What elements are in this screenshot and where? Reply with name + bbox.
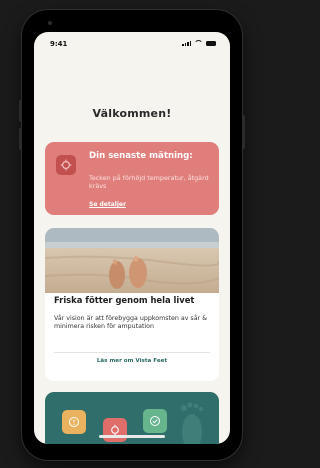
- feet-on-beach-photo: [45, 228, 219, 293]
- volume-down-button: [19, 128, 22, 150]
- read-more-link[interactable]: Läs mer om Vista Feet: [45, 358, 219, 364]
- info-tile: [62, 410, 86, 434]
- power-button: [242, 115, 245, 149]
- camera-lens: [48, 21, 52, 25]
- status-bar: 9:41: [34, 32, 230, 56]
- status-time: 9:41: [50, 40, 68, 48]
- thermometer-alert-icon: [56, 155, 76, 175]
- measurement-description: Tecken på förhöjd temperatur, åtgärd krä…: [89, 174, 209, 190]
- home-indicator: [99, 435, 165, 438]
- battery-icon: [206, 41, 216, 46]
- article-description: Vår vision är att förebygga uppkomsten a…: [54, 315, 208, 331]
- info-icon: [69, 417, 79, 427]
- footprint-icon: [181, 402, 203, 444]
- app-screen: 9:41 Välkommen! Din senaste mätning: Tec…: [34, 32, 230, 444]
- latest-measurement-card[interactable]: Din senaste mätning: Tecken på förhöjd t…: [45, 142, 219, 215]
- volume-up-button: [19, 100, 22, 122]
- article-divider: [54, 352, 210, 353]
- measurement-title: Din senaste mätning:: [89, 151, 193, 161]
- check-icon: [150, 416, 160, 426]
- article-card[interactable]: Friska fötter genom hela livet Vår visio…: [45, 228, 219, 381]
- see-details-link[interactable]: Se detaljer: [89, 201, 126, 208]
- article-title: Friska fötter genom hela livet: [54, 295, 195, 305]
- wifi-icon: [194, 40, 203, 46]
- alert-tile: [103, 418, 127, 442]
- phone-frame: 9:41 Välkommen! Din senaste mätning: Tec…: [19, 10, 245, 460]
- check-tile: [143, 409, 167, 433]
- signal-icon: [182, 41, 191, 46]
- welcome-heading: Välkommen!: [92, 107, 172, 120]
